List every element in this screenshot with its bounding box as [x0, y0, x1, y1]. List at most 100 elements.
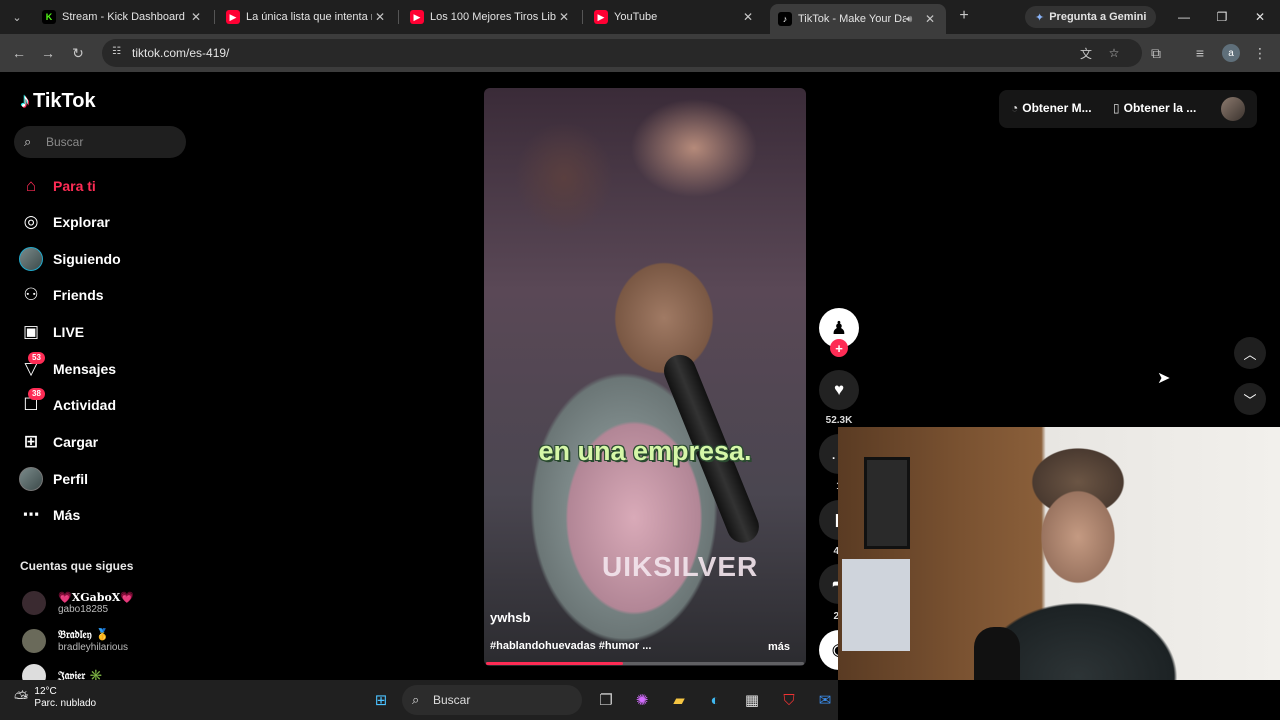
tab-youtube-lista[interactable]: ▶ La única lista que intenta re ✕	[218, 4, 396, 30]
video-progress-bar[interactable]	[486, 662, 804, 665]
get-app-button[interactable]: ▯ Obtener la ...	[1113, 101, 1196, 115]
mail-icon[interactable]: ✉	[813, 688, 837, 712]
youtube-icon: ▶	[226, 10, 240, 24]
more-icon: ⋯	[22, 505, 40, 524]
avatar	[19, 467, 43, 491]
followed-account[interactable]: 💗𝐗𝐆𝐚𝐛𝐨𝐗💗 gabo18285	[22, 591, 134, 615]
like-button[interactable]: ♥	[819, 370, 859, 410]
sidebar-item-label: Cargar	[53, 434, 99, 450]
sidebar-item-label: Mensajes	[53, 361, 117, 377]
taskbar-search[interactable]: ⌕ Buscar	[402, 685, 582, 715]
forward-arrow-icon[interactable]: →	[38, 43, 58, 63]
sidebar-item-siguiendo[interactable]: Siguiendo	[18, 244, 121, 274]
tab-kick-dashboard[interactable]: K Stream - Kick Dashboard ✕	[34, 4, 212, 30]
gemini-label: Pregunta a Gemini	[1049, 11, 1147, 23]
tiktok-logo[interactable]: ♪ TikTok	[20, 90, 96, 113]
antivirus-shield-icon[interactable]: ⛉	[777, 688, 801, 712]
windows-taskbar: ⛅︎ 12°C Parc. nublado ⊞ ⌕ Buscar ❐ ✺ ▰ ◐…	[0, 680, 838, 720]
copilot-icon[interactable]: ✺	[630, 688, 654, 712]
video-caption-overlay: en una empresa.	[538, 436, 752, 466]
video-progress-fill	[486, 662, 623, 665]
tab-close-icon[interactable]: ✕	[556, 10, 572, 24]
tab-close-icon[interactable]: ✕	[740, 10, 756, 24]
sidebar-item-friends[interactable]: ⚇ Friends	[18, 280, 104, 310]
search-input[interactable]	[46, 132, 176, 152]
tab-title: Los 100 Mejores Tiros Libre	[430, 11, 556, 23]
site-info-icon[interactable]: ☷	[112, 46, 126, 60]
back-arrow-icon[interactable]: ←	[9, 43, 29, 63]
like-count: 52.3K	[825, 415, 853, 426]
user-avatar[interactable]	[1221, 97, 1245, 121]
browser-menu-icon[interactable]: ⋮	[1250, 43, 1270, 63]
minimize-icon[interactable]: —	[1175, 8, 1193, 26]
tab-search-dropdown-icon[interactable]: ⌄	[6, 6, 28, 28]
avatar	[22, 628, 46, 653]
file-explorer-icon[interactable]: ▰	[667, 688, 691, 712]
bookmark-star-icon[interactable]: ☆	[1106, 45, 1122, 61]
speaker-icon[interactable]: 🔊︎	[906, 14, 922, 25]
sidebar-item-label: Perfil	[53, 471, 89, 487]
messages-icon: ▽ 53	[18, 352, 45, 382]
edge-browser-icon[interactable]: ◐	[703, 688, 727, 712]
messages-badge: 53	[28, 352, 45, 364]
tab-close-icon[interactable]: ✕	[372, 10, 388, 24]
wall-poster	[864, 457, 910, 549]
previous-video-button[interactable]: ︿	[1234, 337, 1266, 369]
extensions-puzzle-icon[interactable]: ⧉	[1146, 43, 1166, 63]
tab-divider	[398, 10, 399, 24]
window-close-icon[interactable]: ✕	[1251, 8, 1269, 26]
activity-icon: ☐ 38	[18, 388, 45, 418]
store-icon[interactable]: ▦	[740, 688, 764, 712]
live-tv-icon: ▣	[22, 322, 40, 341]
video-author[interactable]: ywhsb	[490, 610, 530, 625]
sidebar-item-para-ti[interactable]: ⌂ Para ti	[18, 171, 96, 201]
tab-title: Stream - Kick Dashboard	[62, 11, 185, 23]
ask-gemini-button[interactable]: ✦ Pregunta a Gemini	[1025, 6, 1157, 28]
sidebar-item-perfil[interactable]: Perfil	[18, 464, 88, 494]
sidebar-item-label: Friends	[53, 287, 104, 303]
reload-icon[interactable]: ↻	[68, 43, 88, 63]
tab-close-icon[interactable]: ✕	[922, 12, 938, 26]
tiktok-logo-text: TikTok	[33, 90, 96, 112]
sidebar-item-live[interactable]: ▣ LIVE	[18, 317, 84, 347]
tab-title: TikTok - Make Your Day	[798, 13, 906, 25]
sidebar-item-label: LIVE	[53, 324, 85, 340]
tab-title: YouTube	[614, 11, 658, 23]
youtube-icon: ▶	[410, 10, 424, 24]
translate-icon[interactable]: 文	[1078, 45, 1094, 61]
sidebar-item-mas[interactable]: ⋯ Más	[18, 500, 81, 530]
url-text[interactable]: tiktok.com/es-419/	[132, 46, 229, 60]
video-hashtags[interactable]: #hablandohuevadas #humor ...	[490, 640, 651, 652]
restore-icon[interactable]: ❐	[1213, 8, 1231, 26]
next-video-button[interactable]: ﹀	[1234, 383, 1266, 415]
tab-tiktok[interactable]: ♪ TikTok - Make Your Day 🔊︎ ✕	[770, 4, 946, 34]
browser-profile-avatar[interactable]: a	[1222, 44, 1240, 62]
coin-icon: ◔	[1011, 101, 1019, 115]
tab-close-icon[interactable]: ✕	[188, 10, 204, 24]
video-more-link[interactable]: más	[768, 641, 790, 653]
follow-plus-button[interactable]: +	[830, 339, 848, 357]
followed-account[interactable]: 𝔅𝔯𝔞𝔡𝔩𝔢𝔶 🥇 bradleyhilarious	[22, 628, 128, 653]
tab-divider	[214, 10, 215, 24]
tab-youtube[interactable]: ▶ YouTube ✕	[586, 4, 764, 30]
weather-widget[interactable]: ⛅︎ 12°C Parc. nublado	[14, 686, 96, 710]
sidebar-item-mensajes[interactable]: ▽ 53 Mensajes	[18, 352, 117, 384]
youtube-icon: ▶	[594, 10, 608, 24]
search-box[interactable]: ⌕	[14, 126, 186, 158]
video-player[interactable]: UIKSILVER en una empresa. ywhsb #habland…	[484, 88, 806, 666]
new-tab-button[interactable]: +	[954, 6, 974, 26]
tab-youtube-tiros[interactable]: ▶ Los 100 Mejores Tiros Libre ✕	[402, 4, 580, 30]
sidebar-item-explorar[interactable]: ◎ Explorar	[18, 207, 110, 237]
account-username: bradleyhilarious	[58, 642, 129, 653]
sidebar-item-label: Más	[53, 507, 81, 523]
tab-divider	[582, 10, 583, 24]
profile-avatar-icon	[18, 466, 44, 492]
windows-start-icon[interactable]: ⊞	[369, 688, 393, 712]
get-coins-button[interactable]: ◔ Obtener M...	[1011, 101, 1092, 115]
reading-list-icon[interactable]: ≡	[1190, 43, 1210, 63]
address-bar[interactable]: ☷ tiktok.com/es-419/ 文 ☆	[102, 39, 1142, 67]
sidebar-item-actividad[interactable]: ☐ 38 Actividad	[18, 388, 116, 420]
sidebar-item-cargar[interactable]: ⊞ Cargar	[18, 427, 98, 457]
task-view-icon[interactable]: ❐	[594, 688, 618, 712]
weather-temp: 12°C	[34, 686, 57, 697]
